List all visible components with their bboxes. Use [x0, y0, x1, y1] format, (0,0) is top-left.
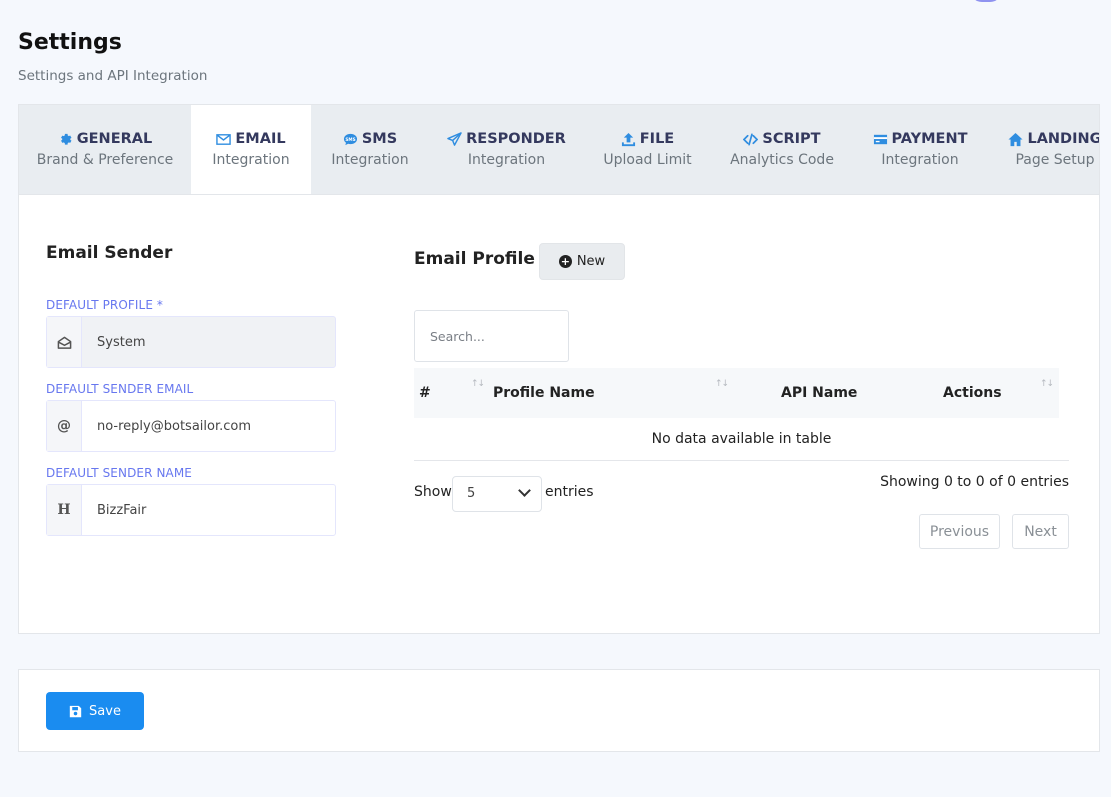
table-info: Showing 0 to 0 of 0 entries: [880, 474, 1069, 490]
tab-sublabel: Integration: [881, 152, 959, 168]
settings-tabs: GENERAL Brand & Preference EMAIL Integra…: [18, 104, 1100, 195]
tab-script[interactable]: SCRIPT Analytics Code: [711, 105, 853, 195]
column-header-profile-name[interactable]: Profile Name: [493, 385, 595, 401]
tab-email[interactable]: EMAIL Integration: [191, 105, 311, 195]
tab-sublabel: Analytics Code: [730, 152, 834, 168]
default-sender-email-field[interactable]: @ no-reply@botsailor.com: [46, 400, 336, 452]
tab-sublabel: Integration: [331, 152, 409, 168]
column-header-actions[interactable]: Actions: [943, 385, 1002, 401]
email-sender-title: Email Sender: [46, 243, 173, 263]
page-length-select[interactable]: 5: [452, 476, 542, 512]
envelope-icon: [216, 133, 232, 145]
table-header: # ↑↓ Profile Name ↑↓ API Name Actions ↑↓: [414, 368, 1059, 418]
tab-label: EMAIL: [235, 131, 286, 147]
email-profile-title: Email Profile: [414, 249, 535, 269]
show-label: Show: [414, 484, 452, 500]
tab-sublabel: Upload Limit: [603, 152, 692, 168]
default-sender-email-label: DEFAULT SENDER EMAIL: [46, 382, 194, 396]
tab-sublabel: Integration: [467, 152, 546, 168]
page-subtitle: Settings and API Integration: [18, 68, 208, 84]
home-icon: [1008, 132, 1023, 146]
tab-sublabel: Brand & Preference: [36, 152, 174, 168]
plus-circle-icon: +: [558, 255, 572, 268]
new-profile-button[interactable]: + New: [539, 243, 625, 280]
footer-card: [18, 669, 1100, 752]
tab-general[interactable]: GENERAL Brand & Preference: [19, 105, 191, 195]
tab-label: LANDING: [1027, 131, 1100, 147]
tab-payment[interactable]: PAYMENT Integration: [853, 105, 987, 195]
default-profile-value: System: [97, 334, 146, 350]
at-sign-icon: @: [47, 401, 82, 451]
next-page-button[interactable]: Next: [1012, 514, 1069, 549]
tab-responder[interactable]: RESPONDER Integration: [429, 105, 584, 195]
avatar[interactable]: [970, 0, 1002, 2]
search-field[interactable]: [414, 310, 569, 362]
tab-label: FILE: [639, 131, 675, 147]
sort-icon: ↑↓: [471, 379, 485, 389]
tab-file[interactable]: FILE Upload Limit: [584, 105, 711, 195]
default-profile-select[interactable]: System: [46, 316, 336, 368]
page-title: Settings: [18, 30, 122, 55]
save-button[interactable]: Save: [46, 692, 144, 730]
page-length-value: 5: [467, 486, 476, 501]
entries-label: entries: [545, 484, 594, 500]
code-icon: [743, 133, 759, 145]
tab-sms[interactable]: SMS SMS Integration: [311, 105, 429, 195]
previous-page-button[interactable]: Previous: [919, 514, 1000, 549]
search-input[interactable]: [415, 311, 568, 361]
save-label: Save: [89, 703, 121, 719]
sort-icon: ↑↓: [1040, 379, 1054, 389]
default-sender-email-value: no-reply@botsailor.com: [97, 418, 252, 434]
tab-landing[interactable]: LANDING Page Setup: [987, 105, 1100, 195]
default-sender-name-label: DEFAULT SENDER NAME: [46, 466, 192, 480]
sms-bubble-icon: SMS: [343, 133, 357, 145]
envelope-open-icon: [47, 317, 82, 367]
tab-sublabel: Page Setup: [1015, 152, 1095, 168]
tab-label: PAYMENT: [891, 131, 968, 147]
column-header-api-name[interactable]: API Name: [781, 385, 857, 401]
upload-icon: [621, 132, 635, 146]
column-header-number[interactable]: #: [419, 385, 431, 401]
tab-label: SMS: [361, 131, 398, 147]
paper-plane-icon: [447, 131, 462, 146]
tab-label: SCRIPT: [762, 131, 821, 147]
svg-text:SMS: SMS: [345, 136, 355, 141]
heading-icon: H: [47, 485, 82, 535]
credit-card-icon: [873, 134, 887, 144]
floppy-disk-icon: [69, 705, 82, 717]
empty-table-message: No data available in table: [414, 418, 1069, 461]
tab-sublabel: Integration: [212, 152, 290, 168]
gear-icon: [60, 133, 72, 145]
tab-label: RESPONDER: [466, 131, 566, 147]
default-profile-label: DEFAULT PROFILE *: [46, 298, 164, 312]
tab-label: GENERAL: [76, 131, 153, 147]
default-sender-name-value: BizzFair: [97, 502, 147, 518]
new-button-label: New: [576, 254, 606, 269]
default-sender-name-field[interactable]: H BizzFair: [46, 484, 336, 536]
sort-icon: ↑↓: [715, 379, 729, 389]
chevron-down-icon: [518, 484, 531, 497]
